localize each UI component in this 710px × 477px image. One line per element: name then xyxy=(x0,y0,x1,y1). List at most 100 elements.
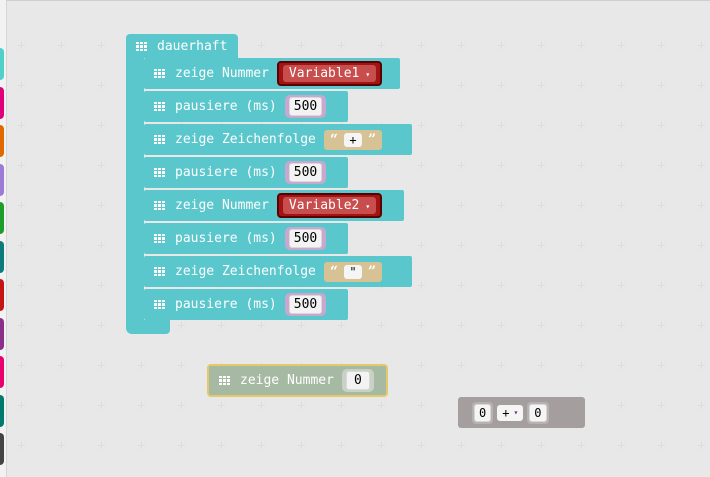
close-quote-icon: ” xyxy=(367,263,377,280)
grid-cross xyxy=(698,82,705,89)
grid-cross xyxy=(58,362,65,369)
grid-cross xyxy=(378,402,385,409)
right-operand[interactable]: 0 xyxy=(529,403,547,422)
number-slot[interactable]: 500 xyxy=(284,293,327,316)
right-operand-slot[interactable]: 0 xyxy=(527,401,549,424)
number-value[interactable]: 500 xyxy=(288,295,323,314)
toolbox-category-5[interactable] xyxy=(0,240,4,273)
operator-label: + xyxy=(502,405,510,420)
grid-cross xyxy=(498,82,505,89)
grid-cross xyxy=(618,442,625,449)
floating-show-number-block[interactable]: zeige Nummer 0 xyxy=(207,364,388,397)
grid-cross xyxy=(18,42,25,49)
statement-block[interactable]: pausiere (ms) 500 xyxy=(144,289,348,320)
statement-block[interactable]: zeige Zeichenfolge “ + ” xyxy=(144,124,412,155)
toolbox-category-10[interactable] xyxy=(0,433,4,465)
math-operation-block[interactable]: 0 + ▾ 0 xyxy=(458,397,585,428)
statement-label: zeige Nummer xyxy=(175,66,269,81)
grid-cross xyxy=(538,202,545,209)
grid-cross xyxy=(98,362,105,369)
floating-block-label: zeige Nummer xyxy=(240,373,334,388)
number-value[interactable]: 500 xyxy=(288,97,323,116)
forever-block-spine xyxy=(126,56,144,326)
grid-cross xyxy=(538,42,545,49)
left-operand[interactable]: 0 xyxy=(474,403,492,422)
grid-cross xyxy=(658,82,665,89)
grid-cross xyxy=(498,322,505,329)
grid-cross xyxy=(18,242,25,249)
left-operand-slot[interactable]: 0 xyxy=(472,401,494,424)
grid-cross xyxy=(258,442,265,449)
toolbox-category-7[interactable] xyxy=(0,317,4,350)
grid-cross xyxy=(58,322,65,329)
string-slot[interactable]: “ + ” xyxy=(323,129,383,150)
toolbox-category-9[interactable] xyxy=(0,394,4,427)
grid-cross xyxy=(578,362,585,369)
grid-cross xyxy=(458,362,465,369)
grid-cross xyxy=(418,402,425,409)
number-value[interactable]: 0 xyxy=(345,371,370,390)
grid-cross xyxy=(578,42,585,49)
variable-name: Variable1 ▾ xyxy=(282,65,377,82)
toolbox-category-8[interactable] xyxy=(0,356,4,388)
statement-block[interactable]: pausiere (ms) 500 xyxy=(144,91,348,122)
grid-cross xyxy=(378,322,385,329)
grid-cross xyxy=(18,202,25,209)
grid-cross xyxy=(258,42,265,49)
statement-block[interactable]: zeige Zeichenfolge “ " ” xyxy=(144,256,412,287)
grid-icon xyxy=(154,201,165,210)
grid-cross xyxy=(538,322,545,329)
grid-cross xyxy=(418,162,425,169)
statement-block[interactable]: zeige Nummer Variable2 ▾ xyxy=(144,190,404,221)
grid-cross xyxy=(418,322,425,329)
grid-cross xyxy=(178,362,185,369)
grid-cross xyxy=(498,442,505,449)
number-slot[interactable]: 500 xyxy=(284,95,327,118)
statement-block[interactable]: zeige Nummer Variable1 ▾ xyxy=(144,58,400,89)
statement-label: pausiere (ms) xyxy=(175,231,277,246)
grid-cross xyxy=(658,362,665,369)
grid-cross xyxy=(538,362,545,369)
statement-block[interactable]: pausiere (ms) 500 xyxy=(144,157,348,188)
string-value[interactable]: + xyxy=(343,132,362,147)
grid-icon xyxy=(154,300,165,309)
grid-cross xyxy=(538,162,545,169)
grid-cross xyxy=(658,442,665,449)
grid-cross xyxy=(418,442,425,449)
open-quote-icon: “ xyxy=(329,263,338,280)
toolbox-category-6[interactable] xyxy=(0,279,4,311)
grid-cross xyxy=(258,322,265,329)
number-slot[interactable]: 500 xyxy=(284,227,327,250)
grid-cross xyxy=(458,202,465,209)
grid-cross xyxy=(698,322,705,329)
grid-cross xyxy=(538,122,545,129)
number-slot[interactable]: 500 xyxy=(284,161,327,184)
grid-cross xyxy=(58,402,65,409)
number-value[interactable]: 500 xyxy=(288,163,323,182)
grid-cross xyxy=(58,242,65,249)
variable-dropdown[interactable]: Variable1 ▾ xyxy=(276,61,383,86)
toolbox-category-4[interactable] xyxy=(0,202,4,234)
operator-dropdown[interactable]: + ▾ xyxy=(497,404,524,421)
toolbox-category-1[interactable] xyxy=(0,86,4,119)
statement-block[interactable]: pausiere (ms) 500 xyxy=(144,223,348,254)
toolbox-category-2[interactable] xyxy=(0,125,4,157)
grid-cross xyxy=(338,42,345,49)
grid-cross xyxy=(418,242,425,249)
toolbox-category-3[interactable] xyxy=(0,163,4,196)
grid-cross xyxy=(498,362,505,369)
variable-dropdown[interactable]: Variable2 ▾ xyxy=(276,193,383,218)
grid-cross xyxy=(98,82,105,89)
forever-block-hat[interactable]: dauerhaft xyxy=(126,34,238,58)
grid-cross xyxy=(458,322,465,329)
statement-label: pausiere (ms) xyxy=(175,99,277,114)
string-value[interactable]: " xyxy=(343,264,362,279)
toolbox-category-0[interactable] xyxy=(0,48,4,80)
grid-icon xyxy=(136,41,147,51)
string-slot[interactable]: “ " ” xyxy=(323,261,383,282)
grid-cross xyxy=(98,162,105,169)
grid-cross xyxy=(378,42,385,49)
chevron-down-icon: ▾ xyxy=(365,202,371,211)
number-slot[interactable]: 0 xyxy=(341,369,374,392)
number-value[interactable]: 500 xyxy=(288,229,323,248)
